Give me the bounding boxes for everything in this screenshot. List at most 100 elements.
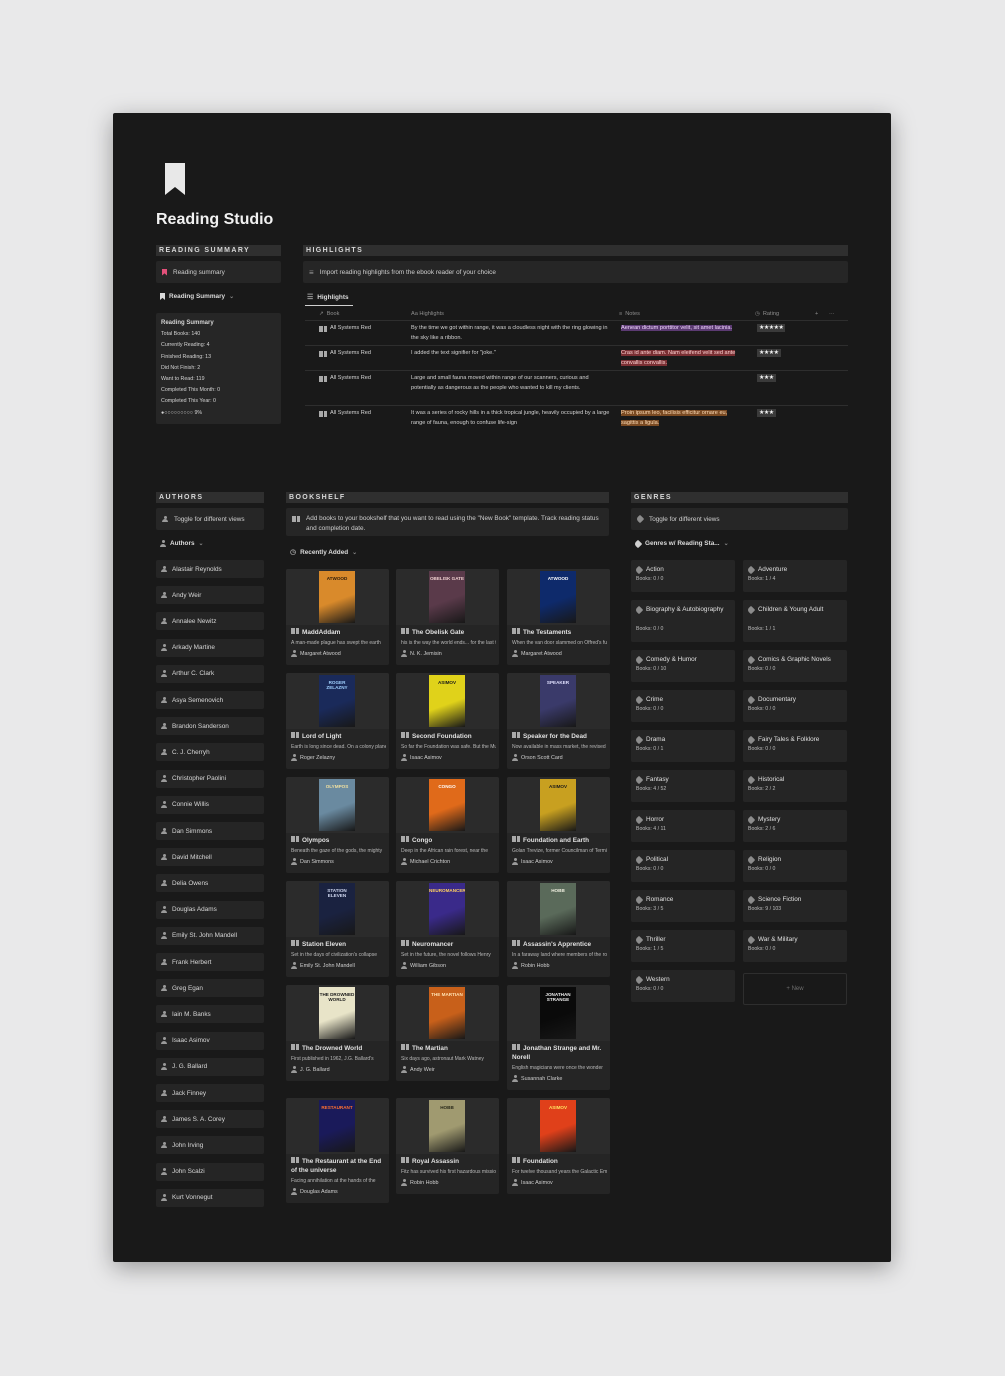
author-item[interactable]: Annalee Newitz: [156, 612, 264, 631]
authors-callout[interactable]: Toggle for different views: [156, 508, 264, 530]
highlights-callout[interactable]: ≡ Import reading highlights from the ebo…: [303, 261, 848, 283]
book-card[interactable]: HOBB Assassin's Apprentice In a faraway la…: [507, 881, 610, 977]
genre-card[interactable]: Crime Books: 0 / 0: [631, 690, 735, 722]
author-item[interactable]: Delia Owens: [156, 874, 264, 893]
author-item[interactable]: Emily St. John Mandell: [156, 926, 264, 945]
table-row[interactable]: All Systems Red I added the text signifi…: [305, 345, 848, 370]
new-genre-button[interactable]: + New: [743, 973, 847, 1005]
author-item[interactable]: James S. A. Corey: [156, 1110, 264, 1129]
rating-cell[interactable]: ★★★: [757, 409, 817, 419]
book-card[interactable]: ASIMOV Foundation and Earth Golan Trevize,…: [507, 777, 610, 873]
more-options-button[interactable]: ···: [829, 309, 843, 319]
column-rating[interactable]: ◷ Rating: [755, 309, 805, 319]
book-cell[interactable]: All Systems Red: [319, 324, 405, 334]
author-item[interactable]: Dan Simmons: [156, 822, 264, 840]
reading-summary-card[interactable]: Reading Summary Total Books: 140 Current…: [156, 313, 281, 424]
rating-cell[interactable]: ★★★★★: [757, 324, 817, 334]
authors-view-tab[interactable]: Authors ⌄: [160, 540, 204, 547]
author-item[interactable]: C. J. Cherryh: [156, 743, 264, 762]
genre-card[interactable]: Comedy & Humor Books: 0 / 10: [631, 650, 735, 682]
book-card[interactable]: ATWOOD MaddAddam A man-made plague has swe…: [286, 569, 389, 665]
rating-cell[interactable]: ★★★: [757, 374, 817, 384]
genre-card[interactable]: Historical Books: 2 / 2: [743, 770, 847, 802]
rating-cell[interactable]: ★★★★: [757, 349, 817, 359]
book-card[interactable]: THE MARTIAN The Martian Six days ago, astr…: [396, 985, 499, 1081]
book-card[interactable]: THE DROWNED WORLD The Drowned World First …: [286, 985, 389, 1081]
author-item[interactable]: David Mitchell: [156, 848, 264, 867]
book-card[interactable]: ASIMOV Foundation For twelve thousand year…: [507, 1098, 610, 1194]
author-item[interactable]: J. G. Ballard: [156, 1057, 264, 1076]
book-card[interactable]: JONATHAN STRANGE Jonathan Strange and Mr.…: [507, 985, 610, 1090]
column-highlights[interactable]: Aa Highlights: [411, 309, 611, 319]
author-item[interactable]: Frank Herbert: [156, 953, 264, 971]
highlight-cell[interactable]: It was a series of rocky hills in a thic…: [411, 409, 615, 428]
author-item[interactable]: Andy Weir: [156, 586, 264, 605]
reading-summary-view-tab[interactable]: Reading Summary ⌄: [160, 293, 234, 300]
genre-card[interactable]: Adventure Books: 1 / 4: [743, 560, 847, 592]
bookshelf-callout[interactable]: Add books to your bookshelf that you wan…: [286, 508, 609, 536]
author-item[interactable]: Greg Egan: [156, 979, 264, 998]
book-cell[interactable]: All Systems Red: [319, 374, 405, 384]
column-notes[interactable]: ≡ Notes: [619, 309, 739, 319]
note-cell[interactable]: Proin ipsum leo, facilisis efficitur orn…: [621, 409, 745, 428]
genre-card[interactable]: War & Military Books: 0 / 0: [743, 930, 847, 962]
book-card[interactable]: CONGO Congo Deep in the African rain fores…: [396, 777, 499, 873]
highlights-view-tab[interactable]: ☰ Highlights: [307, 293, 349, 302]
book-card[interactable]: ROGER ZELAZNY Lord of Light Earth is long …: [286, 673, 389, 769]
book-cell[interactable]: All Systems Red: [319, 409, 405, 419]
highlight-cell[interactable]: Large and small fauna moved within range…: [411, 374, 615, 393]
genres-view-tab[interactable]: Genres w/ Reading Sta... ⌄: [633, 539, 729, 548]
reading-summary-callout[interactable]: Reading summary: [156, 261, 281, 283]
book-card[interactable]: OBELISK GATE The Obelisk Gate his is the w…: [396, 569, 499, 665]
author-item[interactable]: Iain M. Banks: [156, 1005, 264, 1024]
book-card[interactable]: OLYMPOS Olympos Beneath the gaze of the go…: [286, 777, 389, 873]
genre-card[interactable]: Thriller Books: 1 / 5: [631, 930, 735, 962]
book-card[interactable]: ATWOOD The Testaments When the van door sl…: [507, 569, 610, 665]
genre-card[interactable]: Children & Young Adult Books: 1 / 1: [743, 600, 847, 642]
highlight-cell[interactable]: I added the text signifier for "joke.": [411, 349, 615, 359]
author-item[interactable]: Isaac Asimov: [156, 1031, 264, 1050]
genre-card[interactable]: Romance Books: 3 / 5: [631, 890, 735, 922]
table-row[interactable]: All Systems Red Large and small fauna mo…: [305, 370, 848, 405]
book-card[interactable]: SPEAKER Speaker for the Dead Now available…: [507, 673, 610, 769]
genre-card[interactable]: Science Fiction Books: 9 / 103: [743, 890, 847, 922]
author-item[interactable]: Connie Willis: [156, 795, 264, 814]
genre-card[interactable]: Drama Books: 0 / 1: [631, 730, 735, 762]
genre-card[interactable]: Fairy Tales & Folklore Books: 0 / 0: [743, 730, 847, 762]
genre-card[interactable]: Fantasy Books: 4 / 52: [631, 770, 735, 802]
genre-card[interactable]: Comics & Graphic Novels Books: 0 / 0: [743, 650, 847, 682]
author-item[interactable]: John Scalzi: [156, 1162, 264, 1181]
table-row[interactable]: All Systems Red By the time we got withi…: [305, 320, 848, 345]
author-item[interactable]: Arkady Martine: [156, 638, 264, 657]
author-item[interactable]: Kurt Vonnegut: [156, 1188, 264, 1207]
genre-card[interactable]: Western Books: 0 / 0: [631, 970, 735, 1002]
book-card[interactable]: ASIMOV Second Foundation So far the Founda…: [396, 673, 499, 769]
bookshelf-view-tab[interactable]: ◷ Recently Added ⌄: [290, 548, 357, 557]
genre-card[interactable]: Documentary Books: 0 / 0: [743, 690, 847, 722]
book-cell[interactable]: All Systems Red: [319, 349, 405, 359]
genre-card[interactable]: Biography & Autobiography Books: 0 / 0: [631, 600, 735, 642]
note-cell[interactable]: Cras id ante diam. Nam eleifend velit se…: [621, 349, 745, 368]
author-item[interactable]: John Irving: [156, 1136, 264, 1155]
author-item[interactable]: Asya Semenovich: [156, 691, 264, 709]
book-card[interactable]: STATION ELEVEN Station Eleven Set in the d…: [286, 881, 389, 977]
genre-card[interactable]: Mystery Books: 2 / 6: [743, 810, 847, 842]
genre-card[interactable]: Horror Books: 4 / 11: [631, 810, 735, 842]
book-card[interactable]: NEUROMANCER Neuromancer Set in the future,…: [396, 881, 499, 977]
highlight-cell[interactable]: By the time we got within range, it was …: [411, 324, 615, 343]
author-item[interactable]: Christopher Paolini: [156, 769, 264, 788]
author-item[interactable]: Arthur C. Clark: [156, 664, 264, 683]
genre-card[interactable]: Religion Books: 0 / 0: [743, 850, 847, 882]
column-book[interactable]: ↗ Book: [319, 309, 399, 319]
genre-card[interactable]: Political Books: 0 / 0: [631, 850, 735, 882]
author-item[interactable]: Brandon Sanderson: [156, 717, 264, 736]
table-row[interactable]: All Systems Red It was a series of rocky…: [305, 405, 848, 431]
author-item[interactable]: Douglas Adams: [156, 900, 264, 919]
book-card[interactable]: HOBB Royal Assassin Fitz has survived his …: [396, 1098, 499, 1194]
author-item[interactable]: Alastair Reynolds: [156, 560, 264, 578]
author-item[interactable]: Jack Finney: [156, 1084, 264, 1102]
note-cell[interactable]: Aenean dictum porttitor velit, sit amet …: [621, 324, 745, 334]
genre-card[interactable]: Action Books: 0 / 0: [631, 560, 735, 592]
book-card[interactable]: RESTAURANT The Restaurant at the End of t…: [286, 1098, 389, 1203]
add-column-button[interactable]: +: [815, 309, 825, 319]
